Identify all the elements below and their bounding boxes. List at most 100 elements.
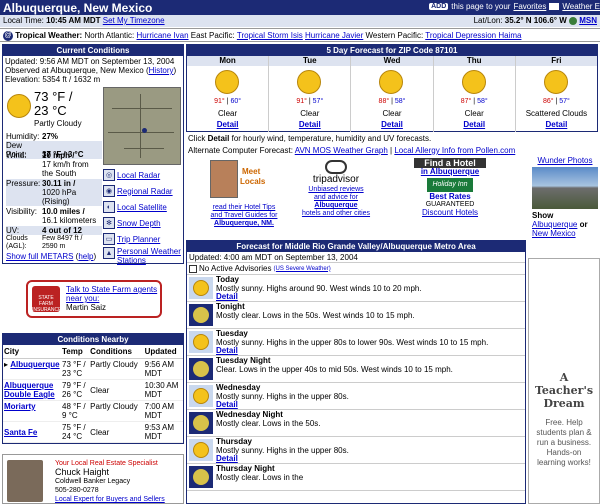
side-link-local-satellite[interactable]: ◐ Local Satellite: [103, 199, 185, 215]
local-radar-link[interactable]: Local Radar: [117, 171, 160, 180]
sun-icon: [215, 70, 239, 94]
period-detail-link[interactable]: Detail: [216, 454, 238, 463]
meet-sub-2[interactable]: and Travel Guides for: [211, 212, 278, 219]
city-link[interactable]: Santa Fe: [4, 428, 37, 437]
period-text: Mostly sunny. Highs in the upper 80s.: [216, 445, 349, 455]
metars-help-link[interactable]: help: [78, 252, 93, 261]
metro-updated: Updated: 4:00 am MDT on September 13, 20…: [187, 252, 525, 263]
sun-shape: [193, 280, 209, 296]
metro-forecast-panel: Forecast for Middle Rio Grande Valley/Al…: [186, 240, 526, 504]
ta-line-2[interactable]: and advice for: [314, 194, 358, 201]
tropical-depression-haima-link[interactable]: Tropical Depression Haima: [425, 31, 521, 40]
state-farm-logo: STATE FARM INSURANCE: [32, 286, 61, 313]
trip-planner-link[interactable]: Trip Planner: [117, 235, 160, 244]
tripadvisor-ad[interactable]: tripadvisor Unbiased reviews and advice …: [300, 160, 372, 218]
regional-radar-link[interactable]: Regional Radar: [117, 187, 173, 196]
set-timezone-link[interactable]: Set My Timezone: [103, 16, 165, 25]
hurricane-javier-link[interactable]: Hurricane Javier: [305, 31, 363, 40]
sun-icon: [461, 70, 486, 94]
meet-sub-1[interactable]: read their Hotel Tips: [213, 204, 276, 211]
upd-time: 9:56 AM: [144, 360, 174, 369]
tropical-storm-isis-link[interactable]: Tropical Storm Isis: [237, 31, 303, 40]
add-page-icon[interactable]: ADD: [429, 3, 449, 10]
period-detail-link[interactable]: Detail: [216, 400, 238, 409]
teachers-dream-ad[interactable]: A Teacher's Dream Free. Help students pl…: [528, 258, 600, 504]
moon-shape: [193, 361, 209, 377]
period-detail-link[interactable]: Detail: [216, 292, 238, 301]
real-estate-agent-ad[interactable]: Your Local Real Estate Specialist Chuck …: [2, 454, 184, 504]
ta-line-1[interactable]: Unbiased reviews: [308, 186, 363, 193]
forecast-period: Tuesday Night Clear. Lows in the upper 40…: [187, 356, 525, 383]
show-metars-link[interactable]: Show full METARS: [6, 252, 73, 261]
side-link-local-radar[interactable]: ◎ Local Radar: [103, 167, 185, 183]
msn-link[interactable]: MSN: [579, 16, 597, 25]
city-link[interactable]: Albuquerque: [10, 360, 59, 369]
wunder-photos-link[interactable]: Wunder Photos: [538, 156, 593, 165]
us-severe-weather-link[interactable]: (US Severe Weather): [273, 266, 330, 272]
day-detail-link[interactable]: Detail: [463, 120, 485, 129]
local-satellite-link[interactable]: Local Satellite: [117, 203, 167, 212]
tropical-weather-bar: @ Tropical Weather: North Atlantic: Hurr…: [0, 28, 600, 42]
discount-hotels-link[interactable]: Discount Hotels: [422, 208, 478, 217]
state-farm-ad[interactable]: STATE FARM INSURANCE Talk to State Farm …: [26, 280, 162, 318]
side-link-pws[interactable]: ▲ Personal Weather Stations: [103, 247, 185, 267]
personal-weather-stations-link[interactable]: Personal Weather Stations: [117, 247, 185, 265]
period-detail-link[interactable]: Detail: [216, 346, 238, 355]
col-city: City: [3, 345, 61, 359]
hotel-city-link[interactable]: in Albuquerque: [421, 167, 479, 176]
favorites-link[interactable]: Favorites: [513, 2, 546, 11]
forecast-period: Wednesday Mostly sunny. Highs in the uppe…: [187, 383, 525, 410]
mountain-photo[interactable]: [532, 167, 598, 209]
temp-cell: 48 °F /9 °C: [61, 400, 90, 422]
city-link[interactable]: Moriarty: [4, 402, 36, 411]
agent-name: Chuck Haight: [55, 467, 110, 477]
current-conditions-panel: Current Conditions Updated: 9:56 AM MDT …: [2, 44, 185, 267]
day-detail-link[interactable]: Detail: [381, 120, 403, 129]
observed-text: Observed at Albuquerque, New Mexico: [5, 66, 144, 75]
photos-state-link[interactable]: New Mexico: [532, 229, 576, 238]
snow-depth-link[interactable]: Snow Depth: [117, 219, 161, 228]
photos-city-link[interactable]: Albuquerque: [532, 220, 577, 229]
upd-zone: MDT: [144, 411, 162, 420]
history-link[interactable]: History: [149, 66, 174, 75]
state-farm-text: Talk to State Farm agents near you: Mart…: [66, 285, 157, 312]
col-temp: Temp: [61, 345, 90, 359]
day-name: Wed: [351, 56, 433, 66]
upd-cell: 7:00 AM MDT: [143, 400, 183, 422]
day-detail-link[interactable]: Detail: [217, 120, 239, 129]
side-link-snow-depth[interactable]: ✻ Snow Depth: [103, 215, 185, 231]
avn-mos-link[interactable]: AVN MOS Weather Graph: [295, 146, 388, 155]
moon-icon: [189, 466, 213, 488]
east-pacific-label: East Pacific:: [190, 31, 235, 41]
table-row: Moriarty 48 °F /9 °C Partly Cloudy 7:00 …: [3, 400, 183, 422]
conditions-nearby-header: Conditions Nearby: [3, 334, 183, 345]
hurricane-ivan-link[interactable]: Hurricane Ivan: [137, 31, 189, 40]
forecast-day: Tue 91° | 57° Clear Detail: [269, 56, 352, 132]
state-farm-link-2[interactable]: near you:: [66, 294, 99, 303]
find-hotel-ad[interactable]: Find a Hotel in Albuquerque Holiday Inn …: [414, 158, 486, 218]
ta-line-3[interactable]: hotels and other cities: [302, 210, 370, 217]
temp-f-value: 79 °F /: [62, 381, 86, 390]
weather-email-link[interactable]: Weather E: [562, 2, 600, 11]
owl-icon: [325, 160, 347, 174]
side-link-trip-planner[interactable]: ▭ Trip Planner: [103, 231, 185, 247]
temp-c-value: 23 °C: [62, 369, 83, 378]
city-cell: Albuquerque Double Eagle: [3, 379, 61, 401]
day-high: 86°: [542, 98, 554, 105]
state-radar-map[interactable]: [103, 87, 181, 165]
allergy-link[interactable]: Local Allergy Info from Pollen.com: [394, 146, 515, 155]
clouds-label: Clouds: [6, 235, 28, 242]
wunder-photos: Wunder Photos Show Albuquerque or New Me…: [530, 156, 600, 248]
agent-tagline-link[interactable]: Local Expert for Buyers and Sellers: [55, 496, 165, 503]
meet-city-link[interactable]: Albuquerque, NM.: [214, 220, 274, 227]
forecast-periods: Today Mostly sunny. Highs around 90. West…: [187, 275, 525, 491]
sun-shape: [193, 388, 209, 404]
side-link-regional-radar[interactable]: ◉ Regional Radar: [103, 183, 185, 199]
ta-city-link[interactable]: Albuquerque: [314, 202, 357, 209]
temp-f-value: 75 °F /: [62, 423, 86, 432]
period-text: Mostly clear. Lows in the 50s.: [216, 418, 321, 428]
state-farm-link-1[interactable]: Talk to State Farm agents: [66, 285, 157, 294]
day-detail-link[interactable]: Detail: [299, 120, 321, 129]
city-link[interactable]: Albuquerque Double Eagle: [4, 381, 55, 399]
day-detail-link[interactable]: Detail: [546, 120, 568, 129]
